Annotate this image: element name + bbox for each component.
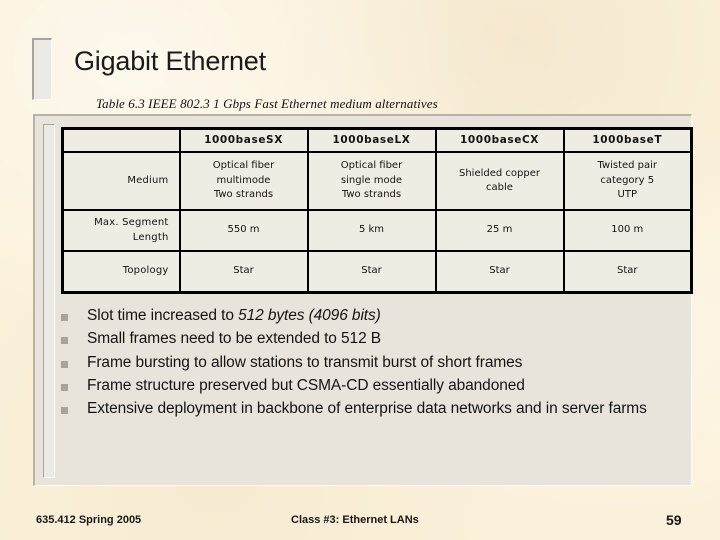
cell-medium-lx: Optical fiber single mode Two strands — [306, 151, 437, 212]
cell-medium-cx: Shielded copper cable — [434, 151, 565, 212]
table-row: Topology Star Star Star Star — [61, 250, 693, 294]
bullet-text: Frame bursting to allow stations to tran… — [87, 353, 523, 371]
bullet-text: Small frames need to be extended to 512 … — [87, 330, 382, 348]
cell-line: multimode — [216, 174, 271, 186]
cell-line: Shielded copper — [459, 167, 540, 179]
cell-line: Optical fiber — [340, 160, 403, 172]
cell-seglength-t: 100 m — [562, 209, 693, 253]
cell-line: Two strands — [341, 189, 402, 201]
panel-accent-bar — [43, 124, 55, 478]
cell-topology-lx: Star — [306, 250, 437, 294]
cell-line: cable — [486, 182, 513, 194]
slide-background: Gigabit Ethernet Table 6.3 IEEE 802.3 1 … — [0, 0, 720, 540]
bullet-text: Frame structure preserved but CSMA-CD es… — [87, 376, 525, 394]
table-header-1000basecx: 1000baseCX — [434, 127, 565, 154]
cell-line: Two strands — [213, 189, 274, 201]
cell-medium-sx: Optical fiber multimode Two strands — [178, 151, 309, 212]
table-header-1000baselx: 1000baseLX — [306, 127, 437, 154]
square-bullet-icon — [61, 360, 68, 368]
label-line: Length — [132, 231, 169, 243]
bullet-text-emphasis: 512 bytes (4096 bits) — [238, 307, 381, 324]
cell-seglength-sx: 550 m — [178, 209, 309, 253]
list-item: Frame structure preserved but CSMA-CD es… — [61, 376, 681, 396]
title-accent-bar — [32, 38, 52, 100]
cell-seglength-cx: 25 m — [434, 209, 565, 253]
cell-line: Twisted pair — [597, 160, 658, 172]
square-bullet-icon — [61, 407, 68, 415]
table-row: Medium Optical fiber multimode Two stran… — [61, 151, 693, 212]
footer-class-label: Class #3: Ethernet LANs — [291, 514, 419, 526]
table-header-row: 1000baseSX 1000baseLX 1000baseCX 1000bas… — [61, 127, 693, 154]
table-header-1000basesx: 1000baseSX — [178, 127, 309, 154]
table-header-1000baset: 1000baseT — [562, 127, 693, 154]
row-label-topology: Topology — [61, 250, 181, 294]
slide-number: 59 — [666, 512, 682, 528]
cell-topology-cx: Star — [434, 250, 565, 294]
cell-topology-sx: Star — [178, 250, 309, 294]
bullet-text: Extensive deployment in backbone of ente… — [87, 400, 647, 418]
cell-line: category 5 — [600, 174, 655, 186]
row-label-max-segment-length: Max. Segment Length — [61, 209, 181, 253]
footer-course-label: 635.412 Spring 2005 — [36, 514, 142, 526]
square-bullet-icon — [61, 383, 68, 391]
square-bullet-icon — [61, 314, 68, 321]
square-bullet-icon — [61, 337, 68, 345]
list-item: Slot time increased to 512 bytes (4096 b… — [61, 306, 681, 326]
bullet-text-pre: Slot time increased to — [87, 307, 239, 324]
medium-alternatives-table: 1000baseSX 1000baseLX 1000baseCX 1000bas… — [61, 127, 693, 295]
table-caption: Table 6.3 IEEE 802.3 1 Gbps Fast Etherne… — [96, 96, 438, 111]
cell-line: UTP — [617, 189, 637, 201]
cell-line: Optical fiber — [212, 160, 275, 172]
table-header-blank — [61, 127, 181, 154]
bullet-text: Slot time increased to 512 bytes (4096 b… — [87, 306, 381, 326]
row-label-medium: Medium — [61, 151, 181, 212]
list-item: Frame bursting to allow stations to tran… — [61, 353, 681, 373]
list-item: Small frames need to be extended to 512 … — [61, 329, 681, 349]
list-item: Extensive deployment in backbone of ente… — [61, 399, 681, 419]
cell-topology-t: Star — [562, 250, 693, 294]
table-row: Max. Segment Length 550 m 5 km 25 m 100 … — [61, 209, 693, 253]
cell-line: single mode — [340, 174, 403, 186]
page-title: Gigabit Ethernet — [74, 46, 266, 76]
content-panel: 1000baseSX 1000baseLX 1000baseCX 1000bas… — [33, 114, 693, 486]
cell-seglength-lx: 5 km — [306, 209, 437, 253]
bullet-list: Slot time increased to 512 bytes (4096 b… — [61, 306, 681, 423]
label-line: Max. Segment — [94, 217, 169, 229]
cell-medium-t: Twisted pair category 5 UTP — [562, 151, 693, 212]
